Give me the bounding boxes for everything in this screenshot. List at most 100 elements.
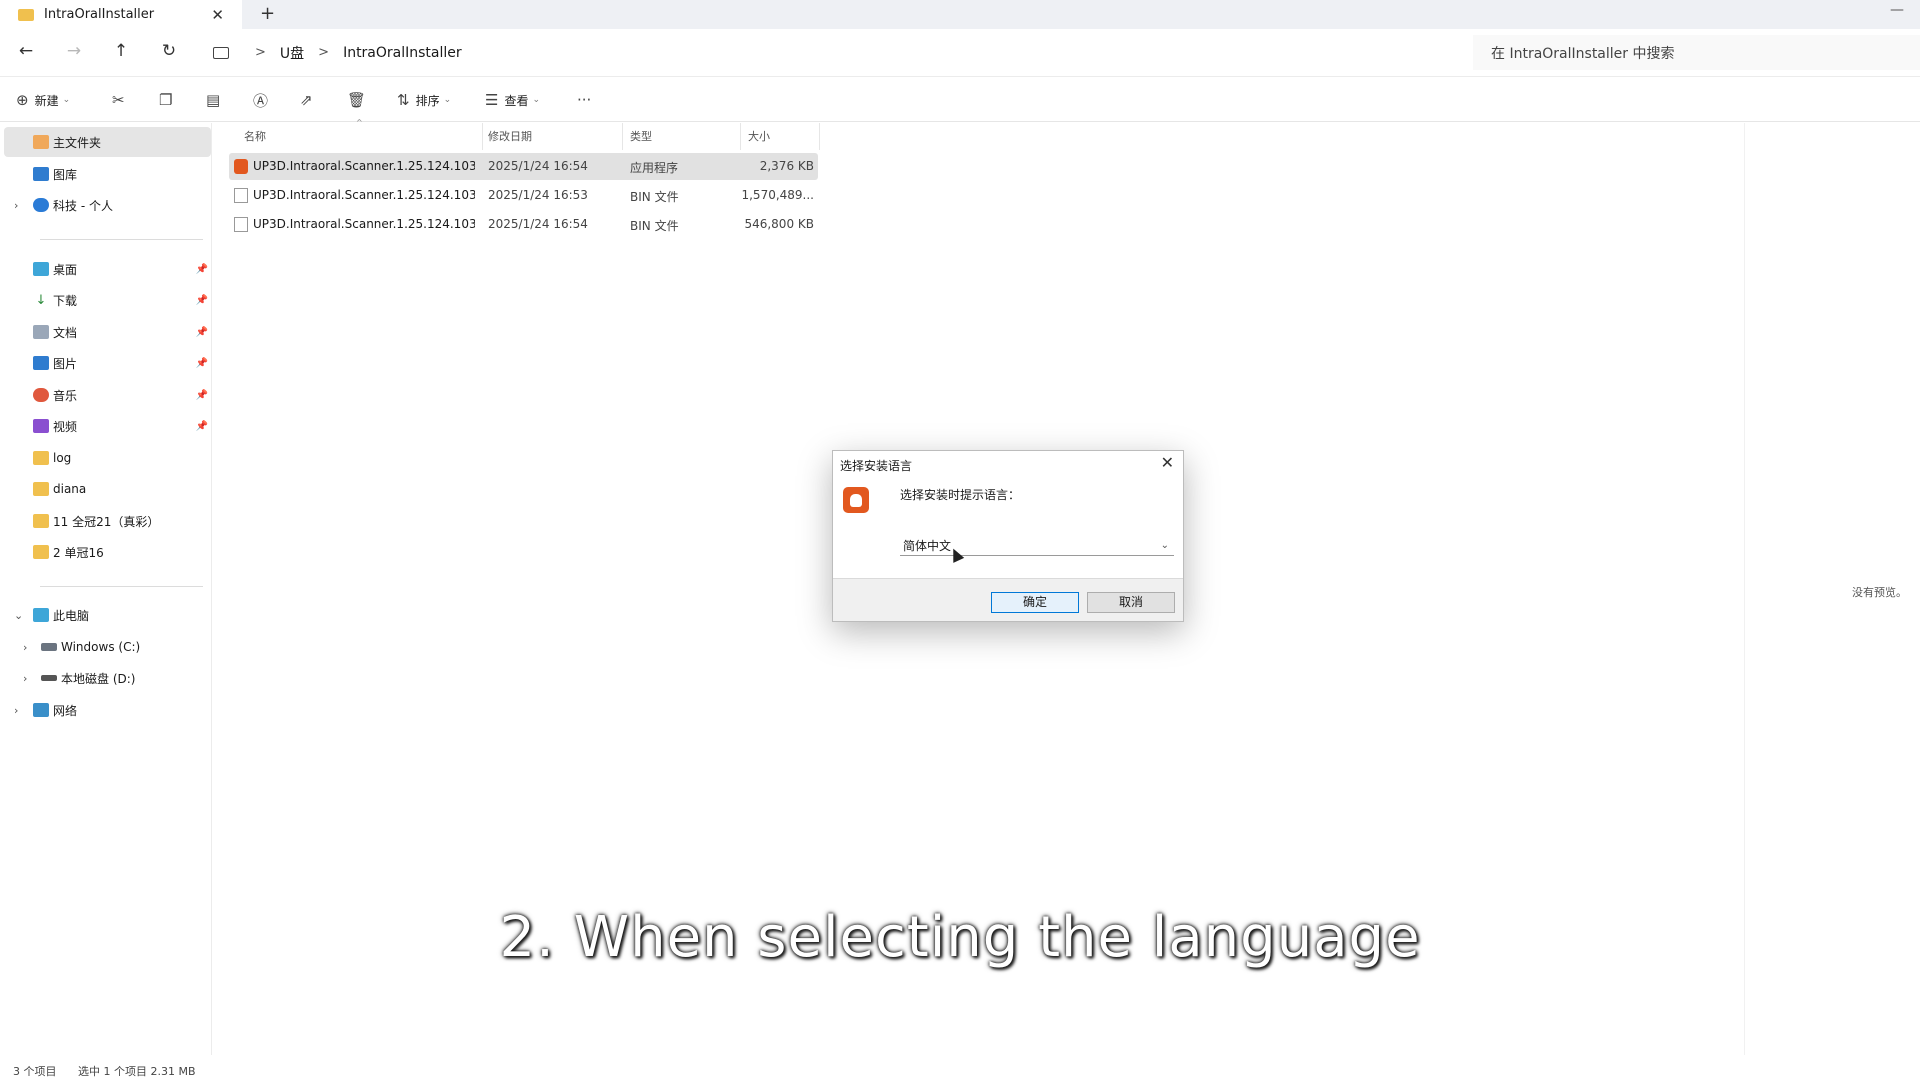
pin-icon[interactable]: 📌	[196, 295, 208, 306]
sidebar-item-log[interactable]: log	[4, 443, 211, 473]
copy-button[interactable]: ❐	[159, 89, 172, 111]
home-icon	[33, 135, 49, 149]
rename-button[interactable]: Ⓐ	[253, 89, 268, 111]
delete-button[interactable]: 🗑	[347, 89, 366, 111]
file-size: 1,570,489...	[741, 188, 814, 202]
sidebar-item-documents[interactable]: 文档 📌	[4, 317, 211, 347]
cloud-icon	[33, 198, 49, 212]
file-type: BIN 文件	[630, 190, 679, 204]
video-icon	[33, 419, 49, 433]
column-divider[interactable]	[622, 123, 623, 150]
cancel-button[interactable]: 取消	[1087, 592, 1175, 613]
paste-button[interactable]: ▤	[206, 89, 220, 111]
file-name: UP3D.Intraoral.Scanner.1.25.124.103...	[253, 217, 475, 231]
column-divider[interactable]	[482, 123, 483, 150]
sidebar-item-label: 音乐	[53, 388, 78, 403]
column-header-name[interactable]: 名称	[244, 125, 266, 147]
sort-button[interactable]: ⇅ 排序 ⌄	[397, 89, 451, 111]
folder-icon	[33, 451, 49, 465]
download-icon: ↓	[35, 293, 47, 308]
drive-icon	[41, 643, 57, 651]
tab-intraoralinstaller[interactable]: IntraOralInstaller ✕	[0, 0, 242, 29]
sidebar-item-this-pc[interactable]: ⌄ 此电脑	[4, 600, 211, 630]
file-row[interactable]: UP3D.Intraoral.Scanner.1.25.124.103... 2…	[229, 211, 818, 238]
chevron-right-icon[interactable]: ›	[23, 672, 27, 685]
breadcrumb-item-intraoralinstaller[interactable]: IntraOralInstaller	[343, 45, 462, 61]
folder-icon	[33, 545, 49, 559]
video-caption: 2. When selecting the language	[499, 905, 1421, 970]
sidebar-item-network[interactable]: › 网络	[4, 695, 211, 725]
pin-icon[interactable]: 📌	[196, 390, 208, 401]
chevron-right-icon[interactable]: >	[255, 45, 266, 60]
sidebar-item-videos[interactable]: 视频 📌	[4, 411, 211, 441]
sidebar-item-gallery[interactable]: 图库	[4, 159, 211, 189]
forward-button[interactable]: →	[62, 41, 86, 65]
sidebar-item-diana[interactable]: diana	[4, 474, 211, 504]
folder-icon	[18, 8, 34, 21]
sidebar-item-onedrive[interactable]: › 科技 - 个人	[4, 190, 211, 220]
column-divider[interactable]	[819, 123, 820, 150]
command-bar: ⊕ 新建 ⌄ ✂ ❐ ▤ Ⓐ ⇗ 🗑 ⇅ 排序 ⌄ ☰ 查看 ⌄ ···	[0, 76, 1920, 122]
sidebar-item-drive-d[interactable]: › 本地磁盘 (D:)	[4, 663, 211, 693]
file-row[interactable]: UP3D.Intraoral.Scanner.1.25.124.103... 2…	[229, 153, 818, 180]
chevron-right-icon[interactable]: ›	[14, 704, 18, 717]
sidebar-item-label: 桌面	[53, 262, 78, 277]
breadcrumb-item-u-drive[interactable]: U盘	[280, 43, 304, 63]
up-button[interactable]: ↑	[109, 41, 133, 65]
more-button[interactable]: ···	[577, 89, 591, 111]
sidebar-item-home[interactable]: 主文件夹	[4, 127, 211, 157]
file-row[interactable]: UP3D.Intraoral.Scanner.1.25.124.103... 2…	[229, 182, 818, 209]
sidebar-item-drive-c[interactable]: › Windows (C:)	[4, 632, 211, 662]
pin-icon[interactable]: 📌	[196, 358, 208, 369]
folder-icon	[33, 482, 49, 496]
view-icon: ☰	[485, 91, 499, 109]
sidebar-item-folder-11[interactable]: 11 全冠21（真彩）	[4, 506, 211, 536]
file-type: 应用程序	[630, 161, 679, 175]
new-tab-button[interactable]: +	[260, 3, 275, 24]
divider	[40, 586, 203, 587]
sidebar-item-label: 图片	[53, 356, 78, 371]
sidebar-item-downloads[interactable]: ↓ 下载 📌	[4, 285, 211, 315]
new-button[interactable]: ⊕ 新建 ⌄	[16, 89, 70, 111]
column-divider[interactable]	[740, 123, 741, 150]
sidebar-item-label: diana	[53, 482, 87, 496]
file-date: 2025/1/24 16:54	[488, 159, 588, 173]
rename-icon: Ⓐ	[253, 91, 269, 110]
app-icon	[234, 159, 248, 174]
cut-button[interactable]: ✂	[112, 89, 125, 111]
search-input[interactable]: 在 IntraOralInstaller 中搜索	[1473, 35, 1920, 70]
language-select[interactable]: 简体中文 ⌄	[900, 537, 1174, 556]
close-tab-icon[interactable]: ✕	[211, 6, 224, 24]
dialog-prompt: 选择安装时提示语言：	[900, 488, 1021, 502]
sidebar-item-pictures[interactable]: 图片 📌	[4, 348, 211, 378]
breadcrumb[interactable]: > U盘 > IntraOralInstaller	[207, 35, 1469, 70]
sidebar-item-label: Windows (C:)	[61, 640, 141, 654]
language-dialog: 选择安装语言 ✕ 选择安装时提示语言： 简体中文 ⌄ 确定 取消	[832, 450, 1184, 622]
trash-icon: 🗑	[347, 91, 367, 109]
pin-icon[interactable]: 📌	[196, 327, 208, 338]
sidebar-item-folder-2[interactable]: 2 单冠16	[4, 537, 211, 567]
column-header-date[interactable]: 修改日期	[488, 125, 532, 147]
chevron-right-icon[interactable]: >	[318, 45, 329, 60]
column-header-size[interactable]: 大小	[748, 125, 770, 147]
sidebar-item-desktop[interactable]: 桌面 📌	[4, 254, 211, 284]
chevron-right-icon[interactable]: ›	[14, 199, 18, 212]
ok-button[interactable]: 确定	[991, 592, 1079, 613]
minimize-button[interactable]: —	[1890, 2, 1904, 18]
more-icon: ···	[577, 91, 592, 109]
close-icon[interactable]: ✕	[1161, 453, 1174, 472]
back-button[interactable]: ←	[14, 41, 38, 65]
computer-icon[interactable]	[213, 46, 229, 59]
chevron-down-icon: ⌄	[62, 95, 71, 105]
pin-icon[interactable]: 📌	[196, 421, 208, 432]
chevron-right-icon[interactable]: ›	[23, 641, 27, 654]
column-header-type[interactable]: 类型	[630, 125, 652, 147]
refresh-button[interactable]: ↻	[157, 41, 181, 65]
sidebar-item-music[interactable]: 音乐 📌	[4, 380, 211, 410]
status-selection: 选中 1 个项目 2.31 MB	[78, 1065, 196, 1078]
view-button[interactable]: ☰ 查看 ⌄	[485, 89, 540, 111]
sort-icon: ⇅	[397, 91, 410, 109]
share-button[interactable]: ⇗	[300, 89, 313, 111]
pin-icon[interactable]: 📌	[196, 264, 208, 275]
chevron-down-icon[interactable]: ⌄	[14, 609, 23, 622]
